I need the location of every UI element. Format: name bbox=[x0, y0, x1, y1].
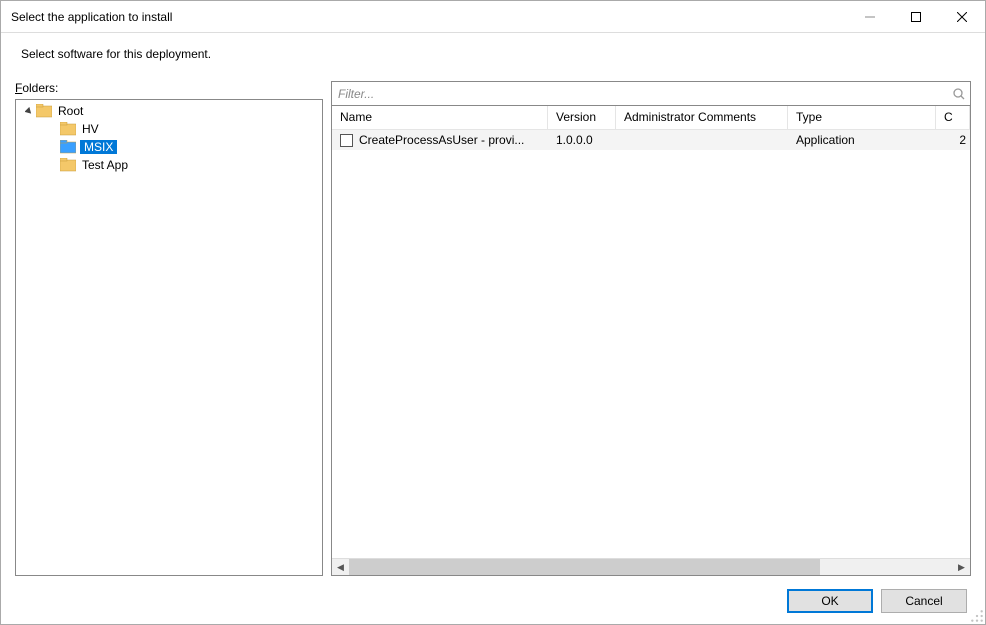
column-header-version[interactable]: Version bbox=[548, 106, 616, 129]
tree-label: Test App bbox=[80, 158, 130, 172]
ok-button[interactable]: OK bbox=[787, 589, 873, 613]
scroll-thumb[interactable] bbox=[349, 559, 820, 575]
instruction-text: Select software for this deployment. bbox=[21, 47, 971, 61]
resize-grip-icon[interactable] bbox=[970, 609, 984, 623]
list-rows: CreateProcessAsUser - provi... 1.0.0.0 A… bbox=[332, 130, 970, 558]
folder-icon bbox=[60, 140, 76, 154]
tree-label: MSIX bbox=[80, 140, 117, 154]
window-title: Select the application to install bbox=[11, 10, 847, 24]
filter-wrap bbox=[331, 81, 971, 105]
minimize-icon bbox=[865, 12, 875, 22]
folder-icon bbox=[60, 158, 76, 172]
folders-label: Folders: bbox=[15, 81, 323, 95]
minimize-button[interactable] bbox=[847, 1, 893, 32]
column-header-admin[interactable]: Administrator Comments bbox=[616, 106, 788, 129]
close-icon bbox=[957, 12, 967, 22]
search-icon[interactable] bbox=[948, 87, 970, 101]
cell-name: CreateProcessAsUser - provi... bbox=[332, 133, 548, 147]
expander-icon[interactable] bbox=[22, 107, 36, 116]
cell-type: Application bbox=[788, 133, 936, 147]
column-header-type[interactable]: Type bbox=[788, 106, 936, 129]
filter-input[interactable] bbox=[332, 85, 948, 103]
list-headers: Name Version Administrator Comments Type… bbox=[332, 106, 970, 130]
column-header-name[interactable]: Name bbox=[332, 106, 548, 129]
dialog-content: Select software for this deployment. Fol… bbox=[1, 33, 985, 624]
tree-label: HV bbox=[80, 122, 101, 136]
checkbox[interactable] bbox=[340, 134, 353, 147]
application-list: Name Version Administrator Comments Type… bbox=[331, 105, 971, 576]
tree-item-msix[interactable]: MSIX bbox=[16, 138, 322, 156]
tree-label: Root bbox=[56, 104, 85, 118]
horizontal-scrollbar[interactable]: ◀ ▶ bbox=[332, 558, 970, 575]
tree-item-testapp[interactable]: Test App bbox=[16, 156, 322, 174]
folder-tree[interactable]: Root HV MSIX bbox=[15, 99, 323, 576]
folders-column: Folders: Root bbox=[15, 81, 323, 576]
tree-item-root[interactable]: Root bbox=[16, 102, 322, 120]
cell-version: 1.0.0.0 bbox=[548, 133, 616, 147]
body-panels: Folders: Root bbox=[15, 81, 971, 576]
scroll-track[interactable] bbox=[349, 559, 953, 575]
close-button[interactable] bbox=[939, 1, 985, 32]
tree-item-hv[interactable]: HV bbox=[16, 120, 322, 138]
dialog-buttons: OK Cancel bbox=[15, 576, 971, 616]
maximize-icon bbox=[911, 12, 921, 22]
cell-extra: 2 bbox=[936, 133, 970, 147]
folder-icon bbox=[36, 104, 52, 118]
dialog-window: Select the application to install Select… bbox=[0, 0, 986, 625]
list-item[interactable]: CreateProcessAsUser - provi... 1.0.0.0 A… bbox=[332, 130, 970, 150]
maximize-button[interactable] bbox=[893, 1, 939, 32]
column-header-extra[interactable]: C bbox=[936, 106, 970, 129]
app-name: CreateProcessAsUser - provi... bbox=[359, 133, 524, 147]
scroll-right-icon[interactable]: ▶ bbox=[953, 559, 970, 576]
titlebar: Select the application to install bbox=[1, 1, 985, 33]
window-controls bbox=[847, 1, 985, 32]
cancel-button[interactable]: Cancel bbox=[881, 589, 967, 613]
folder-icon bbox=[60, 122, 76, 136]
scroll-left-icon[interactable]: ◀ bbox=[332, 559, 349, 576]
list-column: Name Version Administrator Comments Type… bbox=[331, 81, 971, 576]
